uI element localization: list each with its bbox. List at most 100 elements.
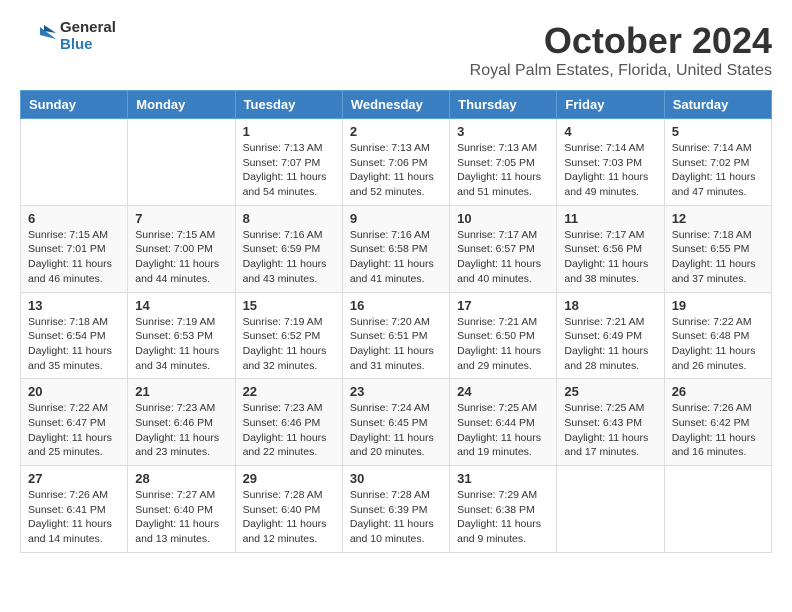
calendar-week-row: 1 Sunrise: 7:13 AMSunset: 7:07 PMDayligh… bbox=[21, 119, 772, 206]
logo-bird-icon bbox=[20, 23, 56, 51]
table-row bbox=[128, 119, 235, 206]
day-info: Sunrise: 7:22 AMSunset: 6:48 PMDaylight:… bbox=[672, 316, 756, 372]
day-info: Sunrise: 7:15 AMSunset: 7:01 PMDaylight:… bbox=[28, 229, 112, 285]
day-info: Sunrise: 7:25 AMSunset: 6:43 PMDaylight:… bbox=[564, 402, 648, 458]
table-row: 16 Sunrise: 7:20 AMSunset: 6:51 PMDaylig… bbox=[342, 292, 449, 379]
day-info: Sunrise: 7:29 AMSunset: 6:38 PMDaylight:… bbox=[457, 489, 541, 545]
day-info: Sunrise: 7:13 AMSunset: 7:06 PMDaylight:… bbox=[350, 142, 434, 198]
page-header: General Blue October 2024 Royal Palm Est… bbox=[20, 20, 772, 80]
table-row: 21 Sunrise: 7:23 AMSunset: 6:46 PMDaylig… bbox=[128, 379, 235, 466]
day-info: Sunrise: 7:18 AMSunset: 6:54 PMDaylight:… bbox=[28, 316, 112, 372]
day-info: Sunrise: 7:28 AMSunset: 6:39 PMDaylight:… bbox=[350, 489, 434, 545]
day-number: 30 bbox=[350, 471, 442, 486]
table-row: 31 Sunrise: 7:29 AMSunset: 6:38 PMDaylig… bbox=[450, 466, 557, 553]
day-info: Sunrise: 7:14 AMSunset: 7:02 PMDaylight:… bbox=[672, 142, 756, 198]
day-info: Sunrise: 7:14 AMSunset: 7:03 PMDaylight:… bbox=[564, 142, 648, 198]
day-info: Sunrise: 7:18 AMSunset: 6:55 PMDaylight:… bbox=[672, 229, 756, 285]
day-info: Sunrise: 7:22 AMSunset: 6:47 PMDaylight:… bbox=[28, 402, 112, 458]
table-row: 2 Sunrise: 7:13 AMSunset: 7:06 PMDayligh… bbox=[342, 119, 449, 206]
table-row: 12 Sunrise: 7:18 AMSunset: 6:55 PMDaylig… bbox=[664, 205, 771, 292]
day-info: Sunrise: 7:17 AMSunset: 6:56 PMDaylight:… bbox=[564, 229, 648, 285]
day-number: 18 bbox=[564, 298, 656, 313]
table-row: 28 Sunrise: 7:27 AMSunset: 6:40 PMDaylig… bbox=[128, 466, 235, 553]
month-title: October 2024 bbox=[470, 20, 772, 62]
day-number: 5 bbox=[672, 124, 764, 139]
header-thursday: Thursday bbox=[450, 91, 557, 119]
table-row: 1 Sunrise: 7:13 AMSunset: 7:07 PMDayligh… bbox=[235, 119, 342, 206]
day-info: Sunrise: 7:25 AMSunset: 6:44 PMDaylight:… bbox=[457, 402, 541, 458]
header-wednesday: Wednesday bbox=[342, 91, 449, 119]
table-row: 7 Sunrise: 7:15 AMSunset: 7:00 PMDayligh… bbox=[128, 205, 235, 292]
day-number: 3 bbox=[457, 124, 549, 139]
table-row bbox=[21, 119, 128, 206]
day-number: 23 bbox=[350, 384, 442, 399]
calendar-table: Sunday Monday Tuesday Wednesday Thursday… bbox=[20, 90, 772, 553]
header-saturday: Saturday bbox=[664, 91, 771, 119]
table-row: 27 Sunrise: 7:26 AMSunset: 6:41 PMDaylig… bbox=[21, 466, 128, 553]
table-row: 3 Sunrise: 7:13 AMSunset: 7:05 PMDayligh… bbox=[450, 119, 557, 206]
day-number: 1 bbox=[243, 124, 335, 139]
table-row: 9 Sunrise: 7:16 AMSunset: 6:58 PMDayligh… bbox=[342, 205, 449, 292]
day-number: 4 bbox=[564, 124, 656, 139]
day-number: 25 bbox=[564, 384, 656, 399]
logo: General Blue bbox=[20, 20, 116, 53]
day-number: 17 bbox=[457, 298, 549, 313]
day-number: 2 bbox=[350, 124, 442, 139]
day-info: Sunrise: 7:16 AMSunset: 6:58 PMDaylight:… bbox=[350, 229, 434, 285]
day-info: Sunrise: 7:13 AMSunset: 7:07 PMDaylight:… bbox=[243, 142, 327, 198]
table-row: 17 Sunrise: 7:21 AMSunset: 6:50 PMDaylig… bbox=[450, 292, 557, 379]
header-monday: Monday bbox=[128, 91, 235, 119]
day-info: Sunrise: 7:28 AMSunset: 6:40 PMDaylight:… bbox=[243, 489, 327, 545]
table-row: 15 Sunrise: 7:19 AMSunset: 6:52 PMDaylig… bbox=[235, 292, 342, 379]
day-number: 22 bbox=[243, 384, 335, 399]
day-number: 6 bbox=[28, 211, 120, 226]
day-number: 26 bbox=[672, 384, 764, 399]
day-number: 13 bbox=[28, 298, 120, 313]
day-info: Sunrise: 7:13 AMSunset: 7:05 PMDaylight:… bbox=[457, 142, 541, 198]
day-info: Sunrise: 7:19 AMSunset: 6:52 PMDaylight:… bbox=[243, 316, 327, 372]
day-number: 14 bbox=[135, 298, 227, 313]
day-number: 20 bbox=[28, 384, 120, 399]
day-info: Sunrise: 7:26 AMSunset: 6:41 PMDaylight:… bbox=[28, 489, 112, 545]
logo-blue: Blue bbox=[60, 37, 116, 54]
day-info: Sunrise: 7:24 AMSunset: 6:45 PMDaylight:… bbox=[350, 402, 434, 458]
day-number: 15 bbox=[243, 298, 335, 313]
table-row: 13 Sunrise: 7:18 AMSunset: 6:54 PMDaylig… bbox=[21, 292, 128, 379]
day-number: 21 bbox=[135, 384, 227, 399]
day-info: Sunrise: 7:23 AMSunset: 6:46 PMDaylight:… bbox=[135, 402, 219, 458]
table-row: 14 Sunrise: 7:19 AMSunset: 6:53 PMDaylig… bbox=[128, 292, 235, 379]
header-sunday: Sunday bbox=[21, 91, 128, 119]
day-number: 8 bbox=[243, 211, 335, 226]
weekday-header-row: Sunday Monday Tuesday Wednesday Thursday… bbox=[21, 91, 772, 119]
calendar-week-row: 6 Sunrise: 7:15 AMSunset: 7:01 PMDayligh… bbox=[21, 205, 772, 292]
table-row: 5 Sunrise: 7:14 AMSunset: 7:02 PMDayligh… bbox=[664, 119, 771, 206]
day-info: Sunrise: 7:17 AMSunset: 6:57 PMDaylight:… bbox=[457, 229, 541, 285]
table-row bbox=[557, 466, 664, 553]
table-row: 26 Sunrise: 7:26 AMSunset: 6:42 PMDaylig… bbox=[664, 379, 771, 466]
day-info: Sunrise: 7:16 AMSunset: 6:59 PMDaylight:… bbox=[243, 229, 327, 285]
day-number: 12 bbox=[672, 211, 764, 226]
table-row: 23 Sunrise: 7:24 AMSunset: 6:45 PMDaylig… bbox=[342, 379, 449, 466]
day-number: 28 bbox=[135, 471, 227, 486]
day-number: 29 bbox=[243, 471, 335, 486]
table-row: 20 Sunrise: 7:22 AMSunset: 6:47 PMDaylig… bbox=[21, 379, 128, 466]
table-row: 8 Sunrise: 7:16 AMSunset: 6:59 PMDayligh… bbox=[235, 205, 342, 292]
calendar-week-row: 27 Sunrise: 7:26 AMSunset: 6:41 PMDaylig… bbox=[21, 466, 772, 553]
location: Royal Palm Estates, Florida, United Stat… bbox=[470, 62, 772, 80]
day-info: Sunrise: 7:26 AMSunset: 6:42 PMDaylight:… bbox=[672, 402, 756, 458]
table-row: 18 Sunrise: 7:21 AMSunset: 6:49 PMDaylig… bbox=[557, 292, 664, 379]
table-row: 29 Sunrise: 7:28 AMSunset: 6:40 PMDaylig… bbox=[235, 466, 342, 553]
day-info: Sunrise: 7:20 AMSunset: 6:51 PMDaylight:… bbox=[350, 316, 434, 372]
day-number: 16 bbox=[350, 298, 442, 313]
day-info: Sunrise: 7:21 AMSunset: 6:49 PMDaylight:… bbox=[564, 316, 648, 372]
day-number: 9 bbox=[350, 211, 442, 226]
table-row: 6 Sunrise: 7:15 AMSunset: 7:01 PMDayligh… bbox=[21, 205, 128, 292]
calendar-week-row: 13 Sunrise: 7:18 AMSunset: 6:54 PMDaylig… bbox=[21, 292, 772, 379]
day-number: 24 bbox=[457, 384, 549, 399]
table-row: 25 Sunrise: 7:25 AMSunset: 6:43 PMDaylig… bbox=[557, 379, 664, 466]
day-info: Sunrise: 7:27 AMSunset: 6:40 PMDaylight:… bbox=[135, 489, 219, 545]
table-row: 11 Sunrise: 7:17 AMSunset: 6:56 PMDaylig… bbox=[557, 205, 664, 292]
table-row bbox=[664, 466, 771, 553]
day-number: 27 bbox=[28, 471, 120, 486]
day-info: Sunrise: 7:19 AMSunset: 6:53 PMDaylight:… bbox=[135, 316, 219, 372]
